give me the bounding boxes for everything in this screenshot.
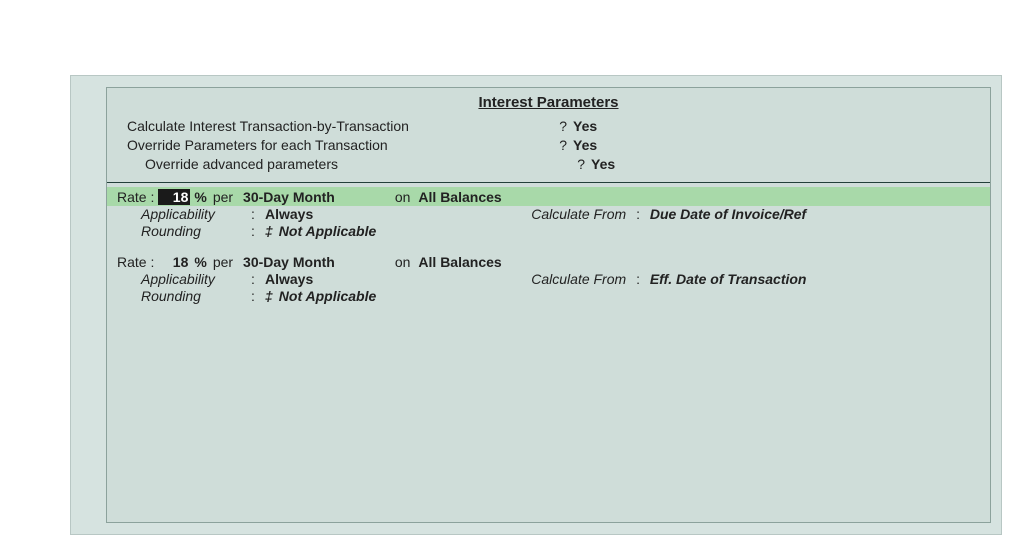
rate1-pct: % [194, 189, 206, 205]
rate2-round-colon: : [251, 288, 265, 304]
rate1-rounding-label: Rounding [141, 223, 251, 239]
interest-parameters-panel: Interest Parameters Calculate Interest T… [106, 87, 991, 523]
question-row-2: Override Parameters for each Transaction… [127, 136, 990, 155]
rate2-rounding-sym: ‡ [265, 288, 273, 304]
rate1-rounding-value[interactable]: Not Applicable [279, 223, 377, 239]
rate1-calc-from-colon: : [636, 206, 640, 222]
rate1-round-colon: : [251, 223, 265, 239]
rate2-on-value[interactable]: All Balances [418, 254, 501, 270]
rate2-calc-from-label: Calculate From [531, 271, 626, 287]
rate2-value-input[interactable]: 18 [158, 254, 190, 270]
q3-label: Override advanced parameters [127, 155, 555, 174]
rate2-on: on [395, 254, 411, 270]
top-questions: Calculate Interest Transaction-by-Transa… [107, 115, 990, 180]
rate1-applicability-line: Applicability : Always Calculate From : … [107, 206, 990, 223]
rate1-rounding-sym: ‡ [265, 223, 273, 239]
q1-label: Calculate Interest Transaction-by-Transa… [127, 117, 537, 136]
rate2-per: per [213, 254, 233, 270]
rate2-pct: % [194, 254, 206, 270]
rate2-applicability-label: Applicability [141, 271, 251, 287]
q1-value[interactable]: Yes [573, 117, 597, 136]
rate1-rounding-line: Rounding : ‡ Not Applicable [107, 223, 990, 240]
q3-value[interactable]: Yes [591, 155, 615, 174]
rate1-applicability-label: Applicability [141, 206, 251, 222]
rate2-calc-from-wrap: Calculate From : Eff. Date of Transactio… [531, 271, 806, 287]
rate2-applicability-line: Applicability : Always Calculate From : … [107, 271, 990, 288]
rate1-value-input[interactable]: 18 [158, 189, 190, 205]
q3-mark: ? [555, 155, 591, 174]
rate2-calc-from-colon: : [636, 271, 640, 287]
q2-value[interactable]: Yes [573, 136, 597, 155]
rate-block-2: Rate : 18 % per 30-Day Month on All Bala… [107, 248, 990, 313]
rate-line-2[interactable]: Rate : 18 % per 30-Day Month on All Bala… [107, 252, 990, 271]
question-row-1: Calculate Interest Transaction-by-Transa… [127, 117, 990, 136]
rate2-per-unit[interactable]: 30-Day Month [243, 254, 335, 270]
rate-line-1[interactable]: Rate : 18 % per 30-Day Month on All Bala… [107, 187, 990, 206]
rate1-on: on [395, 189, 411, 205]
rate1-calc-from-wrap: Calculate From : Due Date of Invoice/Ref [531, 206, 806, 222]
rate1-per: per [213, 189, 233, 205]
rate2-rounding-value[interactable]: Not Applicable [279, 288, 377, 304]
rate2-label: Rate : [117, 254, 154, 270]
window-backdrop: Interest Parameters Calculate Interest T… [70, 75, 1002, 535]
rate1-per-unit[interactable]: 30-Day Month [243, 189, 335, 205]
rate-block-1: Rate : 18 % per 30-Day Month on All Bala… [107, 183, 990, 248]
rate1-on-value[interactable]: All Balances [418, 189, 501, 205]
rate2-calc-from-value[interactable]: Eff. Date of Transaction [650, 271, 807, 287]
q2-mark: ? [537, 136, 573, 155]
rate1-label: Rate : [117, 189, 154, 205]
rate2-applicability-value[interactable]: Always [265, 271, 313, 287]
rate2-rounding-line: Rounding : ‡ Not Applicable [107, 288, 990, 305]
rate1-app-colon: : [251, 206, 265, 222]
rate1-applicability-value[interactable]: Always [265, 206, 313, 222]
rate2-app-colon: : [251, 271, 265, 287]
rate1-calc-from-label: Calculate From [531, 206, 626, 222]
q2-label: Override Parameters for each Transaction [127, 136, 537, 155]
q1-mark: ? [537, 117, 573, 136]
panel-title: Interest Parameters [107, 88, 990, 115]
rate2-rounding-label: Rounding [141, 288, 251, 304]
rate1-calc-from-value[interactable]: Due Date of Invoice/Ref [650, 206, 806, 222]
question-row-3: Override advanced parameters ? Yes [127, 155, 990, 174]
